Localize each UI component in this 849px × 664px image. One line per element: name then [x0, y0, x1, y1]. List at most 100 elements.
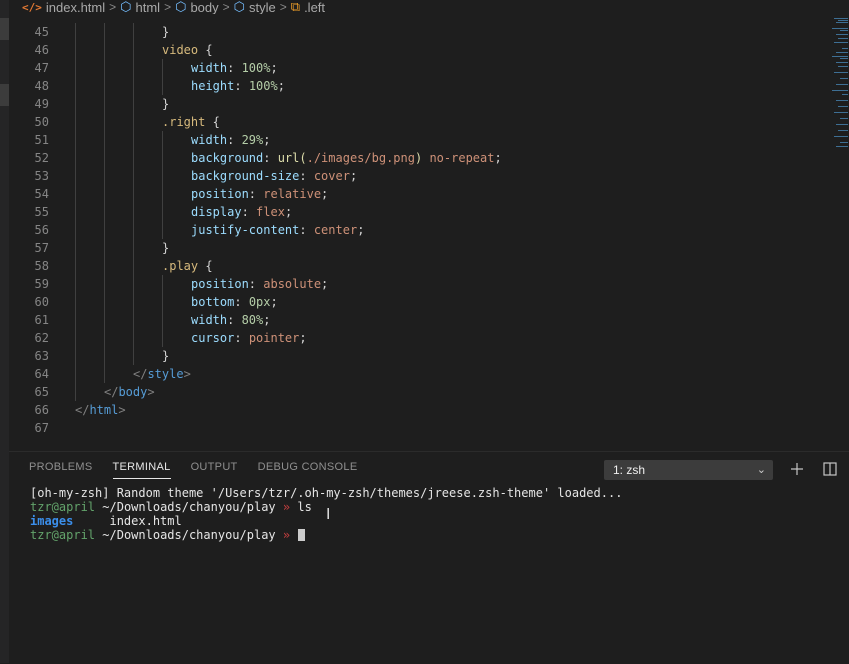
code-line[interactable]: 53 background-size: cover; — [9, 167, 357, 185]
html-file-icon: </> — [22, 0, 42, 14]
breadcrumb-item-file[interactable]: </> index.html — [22, 0, 105, 14]
prompt-arrow: » — [282, 500, 291, 514]
minimap-line — [840, 142, 848, 143]
indent-guide — [104, 329, 105, 347]
indent-guide — [162, 131, 163, 149]
css-selector-icon: ⧉ — [290, 0, 301, 14]
minimap-line — [834, 72, 848, 73]
code-editor[interactable]: 45} 46 video {47 width: 100%; 48 height: 100%… — [9, 14, 849, 451]
breadcrumb-item-body[interactable]: ⬡ body — [175, 0, 219, 14]
code-line[interactable]: 63} — [9, 347, 169, 365]
activity-indicator — [0, 18, 9, 40]
indent-guide — [75, 167, 76, 185]
minimap-line — [836, 100, 848, 101]
minimap-line — [838, 66, 848, 67]
code-line[interactable]: 54 position: relative; — [9, 185, 328, 203]
breadcrumb: </> index.html > ⬡ html > ⬡ body > ⬡ sty… — [22, 0, 849, 14]
indent-guide — [133, 167, 134, 185]
code-token: video — [162, 43, 199, 57]
code-line[interactable]: 58 .play { — [9, 257, 213, 275]
terminal-line: tzr@april ~/Downloads/chanyou/play » — [30, 528, 849, 542]
indent-guide — [162, 185, 163, 203]
indent-guide — [133, 275, 134, 293]
code-token: width — [191, 313, 228, 327]
terminal-command: ls — [297, 500, 312, 514]
line-number: 56 — [34, 223, 49, 237]
code-line[interactable]: 45} — [9, 23, 169, 41]
line-number: 48 — [34, 79, 49, 93]
indent-guide — [133, 185, 134, 203]
code-line[interactable]: 56 justify-content: center; — [9, 221, 364, 239]
new-terminal-button[interactable] — [787, 459, 807, 479]
code-text: width: 29%; — [191, 131, 271, 149]
line-number: 45 — [34, 25, 49, 39]
code-token: } — [162, 97, 170, 111]
ls-file: index.html — [109, 514, 182, 528]
tab-debug-console[interactable]: DEBUG CONSOLE — [258, 461, 358, 479]
code-line[interactable]: 67 — [9, 419, 49, 437]
code-line[interactable]: 59 position: absolute; — [9, 275, 328, 293]
code-line[interactable]: 51 width: 29%; — [9, 131, 271, 149]
code-text: background: url(./images/bg.png) no-repe… — [191, 149, 502, 167]
code-line[interactable]: 60 bottom: 0px; — [9, 293, 278, 311]
indent-guide — [75, 221, 76, 239]
code-line[interactable]: 49} — [9, 95, 169, 113]
tab-problems[interactable]: PROBLEMS — [29, 461, 93, 479]
code-line[interactable]: 52 background: url(./images/bg.png) no-re… — [9, 149, 502, 167]
code-line[interactable]: 61 width: 80%; — [9, 311, 271, 329]
code-line[interactable]: 57} — [9, 239, 169, 257]
breadcrumb-item-style[interactable]: ⬡ style — [234, 0, 276, 14]
minimap[interactable] — [828, 14, 848, 154]
code-text: cursor: pointer; — [191, 329, 307, 347]
code-line[interactable]: 66 </html> — [9, 401, 126, 419]
breadcrumb-label: index.html — [45, 0, 106, 14]
tab-terminal[interactable]: TERMINAL — [112, 461, 171, 479]
indent-guide — [75, 383, 76, 401]
minimap-line — [836, 22, 848, 23]
code-token: 29% — [241, 133, 264, 147]
indent-guide — [104, 203, 105, 221]
code-line[interactable]: 46 video { — [9, 41, 213, 59]
code-token: : — [299, 223, 314, 237]
code-token: { — [205, 115, 220, 129]
terminal-output[interactable]: [oh-my-zsh] Random theme '/Users/tzr/.oh… — [30, 486, 849, 664]
code-token: body — [118, 385, 148, 399]
breadcrumb-item-selector[interactable]: ⧉ .left — [291, 0, 325, 14]
code-text: } — [162, 23, 169, 41]
line-number: 64 — [34, 367, 49, 381]
code-text: video { — [162, 41, 213, 59]
indent-guide — [75, 293, 76, 311]
code-token: absolute — [263, 277, 322, 291]
code-token: ; — [321, 277, 329, 291]
tab-output[interactable]: OUTPUT — [191, 461, 238, 479]
indent-guide — [75, 329, 76, 347]
split-terminal-button[interactable] — [820, 459, 840, 479]
indent-guide — [104, 185, 105, 203]
indent-guide — [133, 149, 134, 167]
code-token: html — [89, 403, 119, 417]
code-token: width — [191, 133, 228, 147]
code-token: : — [234, 331, 249, 345]
code-text: } — [162, 239, 169, 257]
code-line[interactable]: 48 height: 100%; — [9, 77, 285, 95]
code-line[interactable]: 55 display: flex; — [9, 203, 292, 221]
minimap-line — [834, 18, 848, 19]
indent-guide — [104, 149, 105, 167]
code-line[interactable]: 65 </body> — [9, 383, 155, 401]
code-text: position: absolute; — [191, 275, 328, 293]
terminal-select[interactable]: 1: zsh ⌄ — [604, 460, 773, 480]
code-line[interactable]: 47 width: 100%; — [9, 59, 278, 77]
code-token: : — [241, 205, 257, 219]
breadcrumb-item-html[interactable]: ⬡ html — [120, 0, 160, 14]
indent-guide — [133, 257, 134, 275]
minimap-line — [836, 146, 848, 147]
code-line[interactable]: 50 .right { — [9, 113, 220, 131]
indent-guide — [104, 275, 105, 293]
minimap-line — [840, 118, 848, 119]
indent-guide — [133, 41, 134, 59]
code-line[interactable]: 62 cursor: pointer; — [9, 329, 307, 347]
code-line[interactable]: 64 </style> — [9, 365, 191, 383]
minimap-line — [836, 124, 848, 125]
indent-guide — [104, 239, 105, 257]
code-token: ; — [263, 133, 271, 147]
